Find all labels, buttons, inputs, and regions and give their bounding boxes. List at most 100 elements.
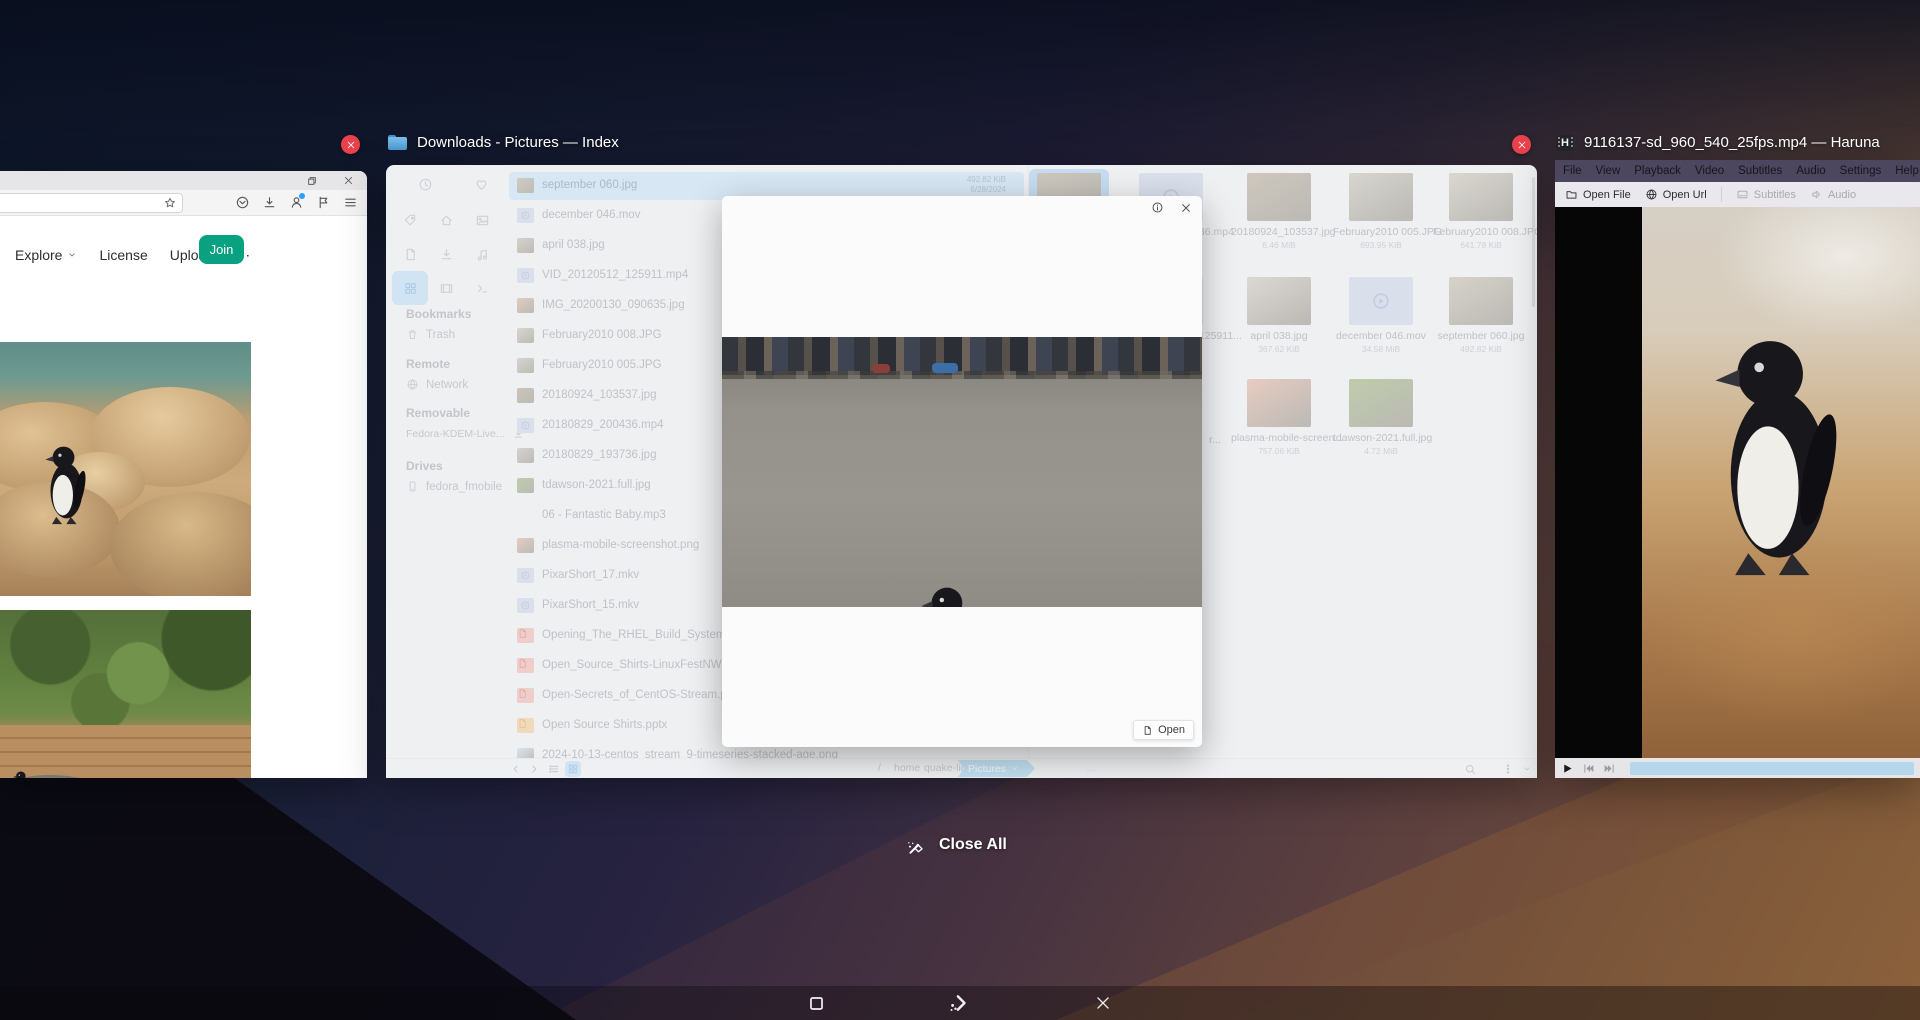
back-icon[interactable] [508,761,524,777]
grid-tile-size: 492.82 KiB [1433,344,1529,354]
close-icon[interactable] [1073,986,1133,1020]
seek-bar[interactable] [1630,762,1914,775]
site-nav: ExploreLicenseUpload⋯Join [15,238,359,272]
sidebar-grid-icon[interactable] [392,271,428,305]
menu-item-view[interactable]: View [1596,165,1621,177]
media-player-window[interactable]: File View Playback Video Subtitles Audio Setti… [1555,160,1920,778]
play-icon[interactable] [1561,762,1574,775]
list-view-icon[interactable] [546,761,562,777]
image-thumbnail [517,358,534,373]
image-thumbnail [517,238,534,253]
close-window-badge-browser[interactable] [341,135,360,154]
grid-tile[interactable]: april 038.jpg367.62 KiB [1231,277,1327,354]
sidebar-item-trash[interactable]: Trash [406,328,471,341]
grid-tile[interactable]: tdawson-2021.full.jpg4.72 MiB [1333,379,1429,456]
grid-tile[interactable]: september 060.jpg 492.82 KiB [1433,277,1529,354]
browser-urlbar [0,190,367,216]
video-icon [517,418,534,433]
sidebar-terminal-icon[interactable] [464,271,500,305]
menu-item-file[interactable]: File [1563,165,1582,177]
grid-tile-label: september 060.jpg [1433,330,1529,342]
info-icon[interactable] [1151,201,1164,214]
file-date: 6/28/2024 [967,185,1006,195]
trash-icon [406,328,419,341]
toolbar-button-label: Audio [1828,189,1856,201]
grid-tile[interactable]: 20180924_103537.jpg6.46 MiB [1231,173,1327,250]
skip-next-icon[interactable] [1603,762,1616,775]
sidebar-tag-icon[interactable] [392,203,428,237]
subtitles-button[interactable]: Subtitles [1732,188,1800,201]
grid-tile[interactable]: February2010 008.JPG641.78 KiB [1433,173,1529,250]
file-name: Open Source Shirts.pptx [542,719,667,731]
video-frame-penguin[interactable] [1555,207,1920,758]
image-preview-dialog[interactable]: Open [722,196,1202,747]
photo-penguin-by-wall[interactable] [0,610,251,778]
sidebar-music-icon[interactable] [464,237,500,271]
window-caption-files[interactable]: Downloads - Pictures — Index [388,134,619,151]
clock-icon[interactable] [418,177,434,193]
sidebar-document-icon[interactable] [392,237,428,271]
close-icon[interactable] [1180,202,1192,214]
extensions-icon[interactable] [314,193,332,211]
penguin-figure [908,543,990,607]
browser-page: ExploreLicenseUpload⋯Join [0,216,367,778]
menu-item-settings[interactable]: Settings [1840,165,1882,177]
grid-tile[interactable]: december 046.mov34.58 MiB [1333,277,1429,354]
open-url-button[interactable]: Open Url [1641,188,1711,201]
browser-titlebar [0,171,367,190]
sidebar-image-icon[interactable] [464,203,500,237]
grid-tile-label: plasma-mobile-screen... [1231,432,1327,444]
grid-tile-label: r... [1209,434,1221,446]
sidebar-home-icon[interactable] [428,203,464,237]
breadcrumb-current[interactable]: Pictures [958,760,1035,777]
browser-window[interactable]: ExploreLicenseUpload⋯Join [0,171,367,778]
scrollbar[interactable] [1532,177,1535,307]
window-caption-player[interactable]: H 9116137-sd_960_540_25fps.mp4 — Haruna [1556,134,1880,151]
sidebar-download-icon[interactable] [428,237,464,271]
heart-icon[interactable] [474,177,490,193]
maximize-icon[interactable] [786,986,846,1020]
nav-link-explore[interactable]: Explore [15,247,77,263]
kebab-menu-icon[interactable] [1500,761,1516,777]
penguin-figure [1687,277,1862,637]
file-name: VID_20120512_125911.mp4 [542,269,688,281]
sidebar-item-network[interactable]: Network [406,378,468,391]
photo-penguin-on-rocks[interactable] [0,342,251,596]
pocket-icon[interactable] [233,193,251,211]
menu-item-help[interactable]: Help [1895,165,1919,177]
menu-item-playback[interactable]: Playback [1634,165,1681,177]
search-icon[interactable] [1462,761,1478,777]
downloads-icon[interactable] [260,193,278,211]
audio-button[interactable]: Audio [1806,188,1860,201]
sidebar-film-icon[interactable] [428,271,464,305]
menu-item-video[interactable]: Video [1695,165,1724,177]
flick-gesture-icon[interactable] [929,986,989,1020]
sidebar-item-fedora-fmobile[interactable]: fedora_fmobile [406,480,502,493]
restore-icon[interactable] [303,172,321,190]
file-name: september 060.jpg [542,179,637,191]
menu-item-subtitles[interactable]: Subtitles [1738,165,1782,177]
url-field[interactable] [0,193,183,213]
forward-icon[interactable] [526,761,542,777]
open-file-button[interactable]: Open File [1561,188,1635,201]
grid-view-icon[interactable] [565,761,581,777]
menu-item-audio[interactable]: Audio [1796,165,1825,177]
account-icon[interactable] [287,193,305,211]
breadcrumb-home[interactable]: home [894,762,920,774]
menu-icon[interactable] [341,193,359,211]
open-button[interactable]: Open [1133,720,1194,740]
close-window-badge-files[interactable] [1512,135,1531,154]
grid-tile-size: 693.95 KiB [1333,240,1429,250]
caret-down-icon[interactable] [1519,761,1535,777]
skip-previous-icon[interactable] [1582,762,1595,775]
bookmark-star-icon[interactable] [163,196,177,210]
grid-tile[interactable]: February2010 005.JPG693.95 KiB [1333,173,1429,250]
join-button[interactable]: Join [199,235,244,264]
breadcrumb-root[interactable]: / [878,762,881,774]
nav-link-license[interactable]: License [99,247,147,263]
grid-tile[interactable]: plasma-mobile-screen...757.06 KiB [1231,379,1327,456]
sidebar-section: RemoteNetwork [406,357,468,391]
file-name: February2010 005.JPG [542,359,662,371]
close-all-button[interactable]: Close All [905,834,1007,856]
close-icon[interactable] [339,172,357,190]
